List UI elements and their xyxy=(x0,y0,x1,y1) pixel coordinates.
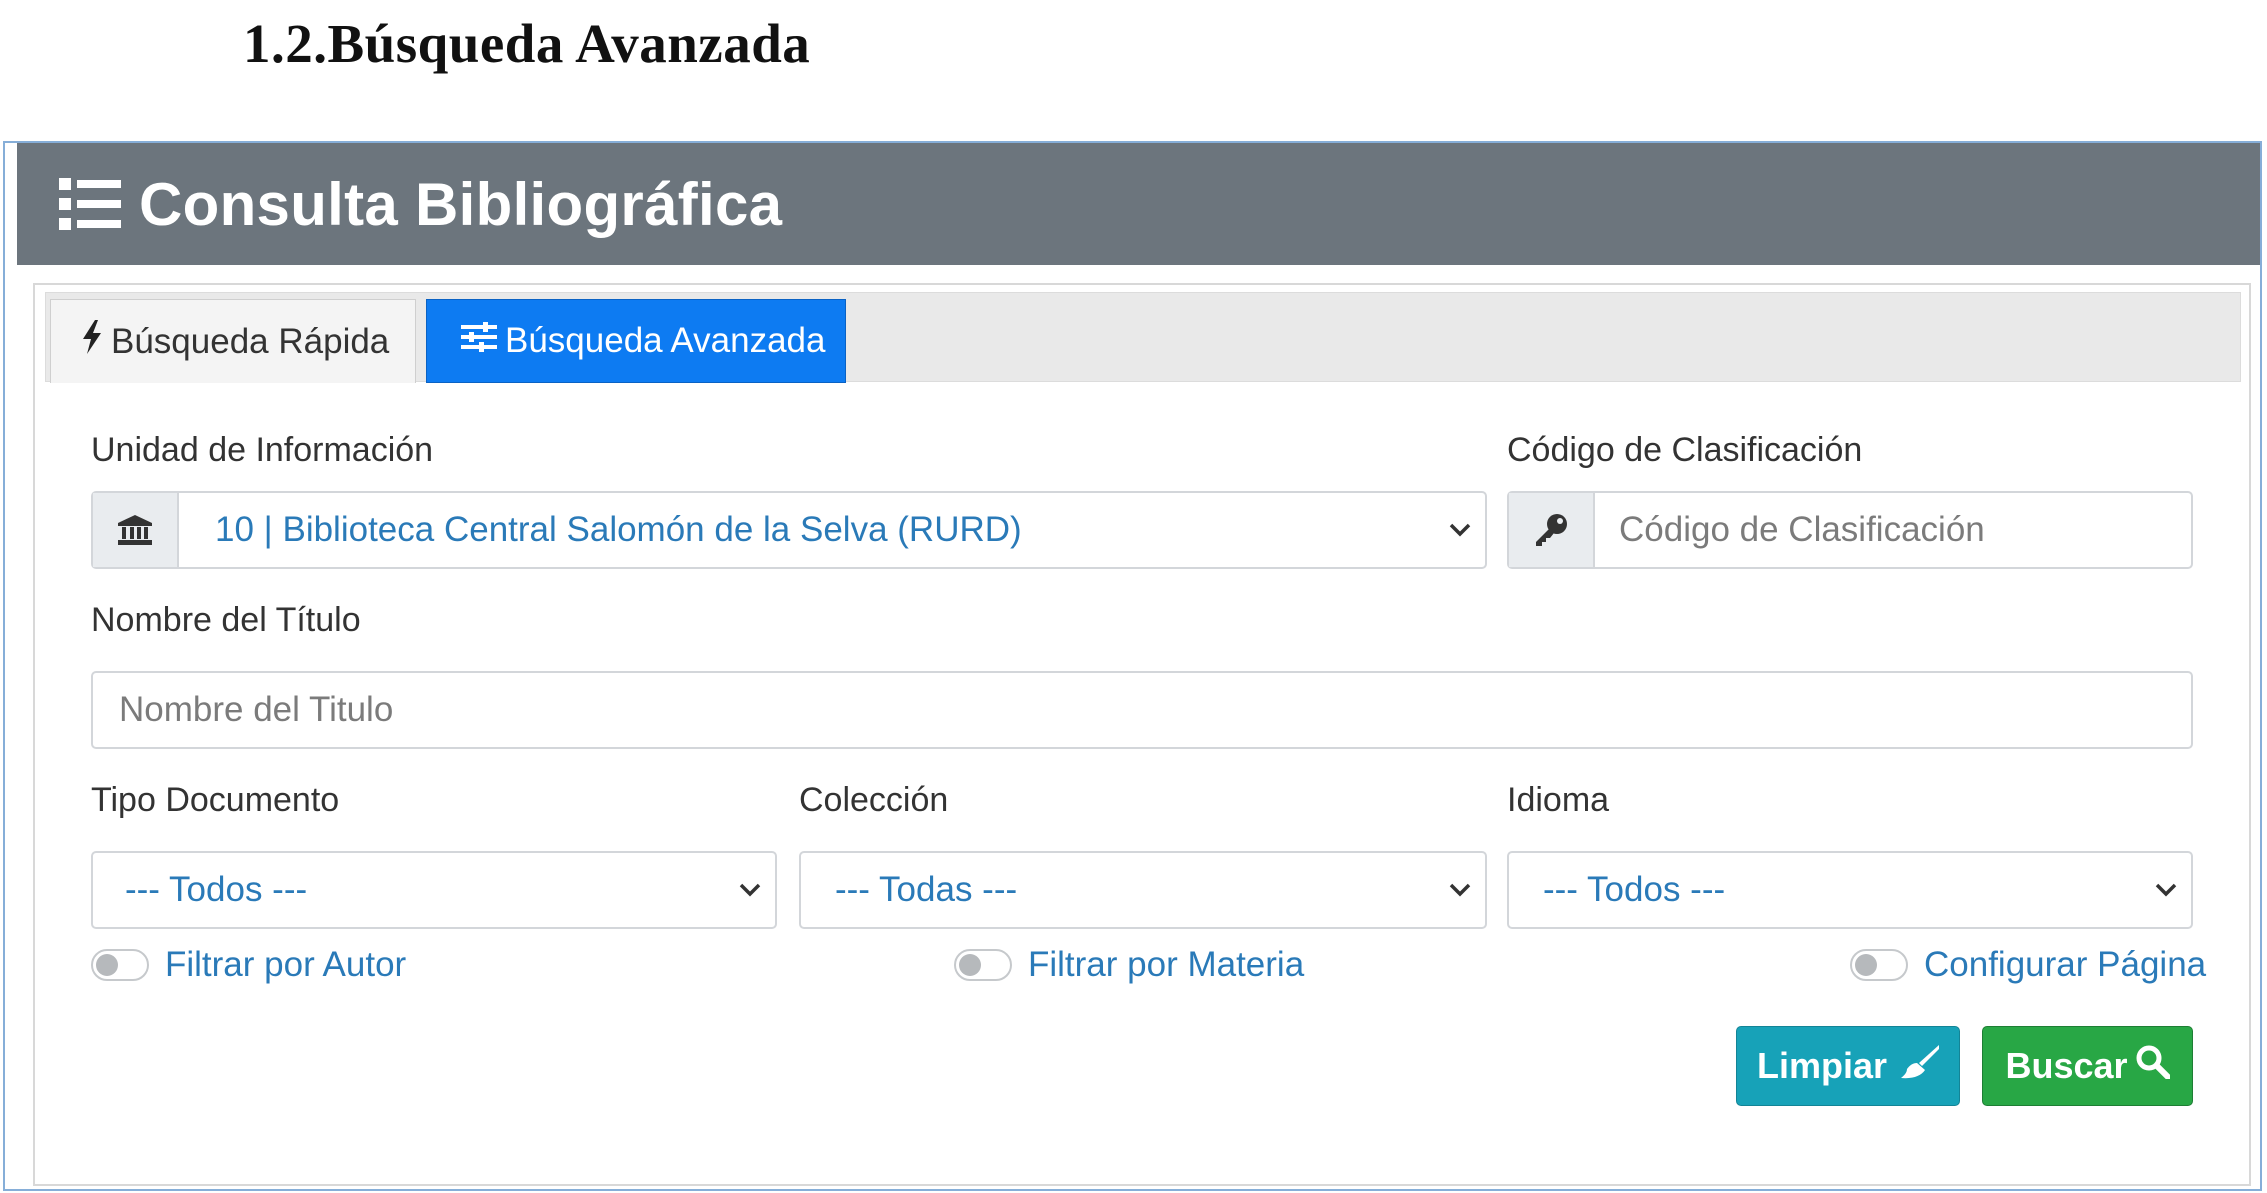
chevron-down-icon xyxy=(2155,883,2177,897)
tipo-documento-value: --- Todos --- xyxy=(125,870,308,909)
unidad-value: 10 | Biblioteca Central Salomón de la Se… xyxy=(215,510,1022,549)
tab-quick-label: Búsqueda Rápida xyxy=(111,321,390,361)
tipo-documento-select[interactable]: --- Todos --- xyxy=(91,851,777,929)
search-icon xyxy=(2136,1045,2171,1088)
configure-page-label[interactable]: Configurar Página xyxy=(1924,945,2206,985)
codigo-label: Código de Clasificación xyxy=(1507,431,1863,469)
tipo-documento-label: Tipo Documento xyxy=(91,781,340,819)
list-icon xyxy=(59,176,121,232)
codigo-input[interactable]: Código de Clasificación xyxy=(1507,491,2193,569)
clear-button-label: Limpiar xyxy=(1756,1045,1888,1086)
clear-button[interactable]: Limpiar xyxy=(1736,1026,1960,1106)
unidad-label: Unidad de Información xyxy=(91,431,434,469)
search-button-label: Buscar xyxy=(2005,1045,2128,1086)
filter-author-label[interactable]: Filtrar por Autor xyxy=(165,945,406,985)
filter-subject-toggle[interactable] xyxy=(954,949,1012,981)
filter-author-toggle[interactable] xyxy=(91,949,149,981)
chevron-down-icon xyxy=(1449,883,1471,897)
search-panel: Búsqueda Rápida Búsqueda Avanzada Unidad… xyxy=(33,283,2251,1186)
bolt-icon xyxy=(81,320,103,363)
broom-icon xyxy=(1895,1044,1940,1088)
institution-icon xyxy=(93,493,179,567)
key-icon xyxy=(1509,493,1595,567)
idioma-select[interactable]: --- Todos --- xyxy=(1507,851,2193,929)
tab-bar: Búsqueda Rápida Búsqueda Avanzada xyxy=(45,292,2241,383)
configure-page-toggle[interactable] xyxy=(1850,949,1908,981)
coleccion-label: Colección xyxy=(799,781,949,819)
bibliographic-search-card: Consulta Bibliográfica Búsqueda Rápida B… xyxy=(3,141,2262,1191)
toggle-knob xyxy=(1855,954,1877,976)
chevron-down-icon xyxy=(1449,523,1471,537)
chevron-down-icon xyxy=(739,883,761,897)
tab-advanced-search[interactable]: Búsqueda Avanzada xyxy=(426,299,846,383)
card-title: Consulta Bibliográfica xyxy=(139,170,783,238)
titulo-label: Nombre del Título xyxy=(91,601,361,639)
tab-quick-search[interactable]: Búsqueda Rápida xyxy=(50,299,416,383)
document-heading: 1.2.Búsqueda Avanzada xyxy=(243,13,811,74)
tab-advanced-label: Búsqueda Avanzada xyxy=(505,321,826,360)
titulo-placeholder: Nombre del Titulo xyxy=(119,690,394,729)
codigo-placeholder: Código de Clasificación xyxy=(1619,510,1985,549)
card-header: Consulta Bibliográfica xyxy=(17,143,2260,265)
toggle-knob xyxy=(96,954,118,976)
unidad-select[interactable]: 10 | Biblioteca Central Salomón de la Se… xyxy=(91,491,1487,569)
coleccion-select[interactable]: --- Todas --- xyxy=(799,851,1487,929)
toggle-knob xyxy=(959,954,981,976)
idioma-label: Idioma xyxy=(1507,781,1610,819)
filter-subject-label[interactable]: Filtrar por Materia xyxy=(1028,945,1304,985)
coleccion-value: --- Todas --- xyxy=(835,870,1018,909)
sliders-icon xyxy=(461,321,497,361)
search-button[interactable]: Buscar xyxy=(1982,1026,2193,1106)
idioma-value: --- Todos --- xyxy=(1543,870,1726,909)
titulo-input[interactable]: Nombre del Titulo xyxy=(91,671,2193,749)
